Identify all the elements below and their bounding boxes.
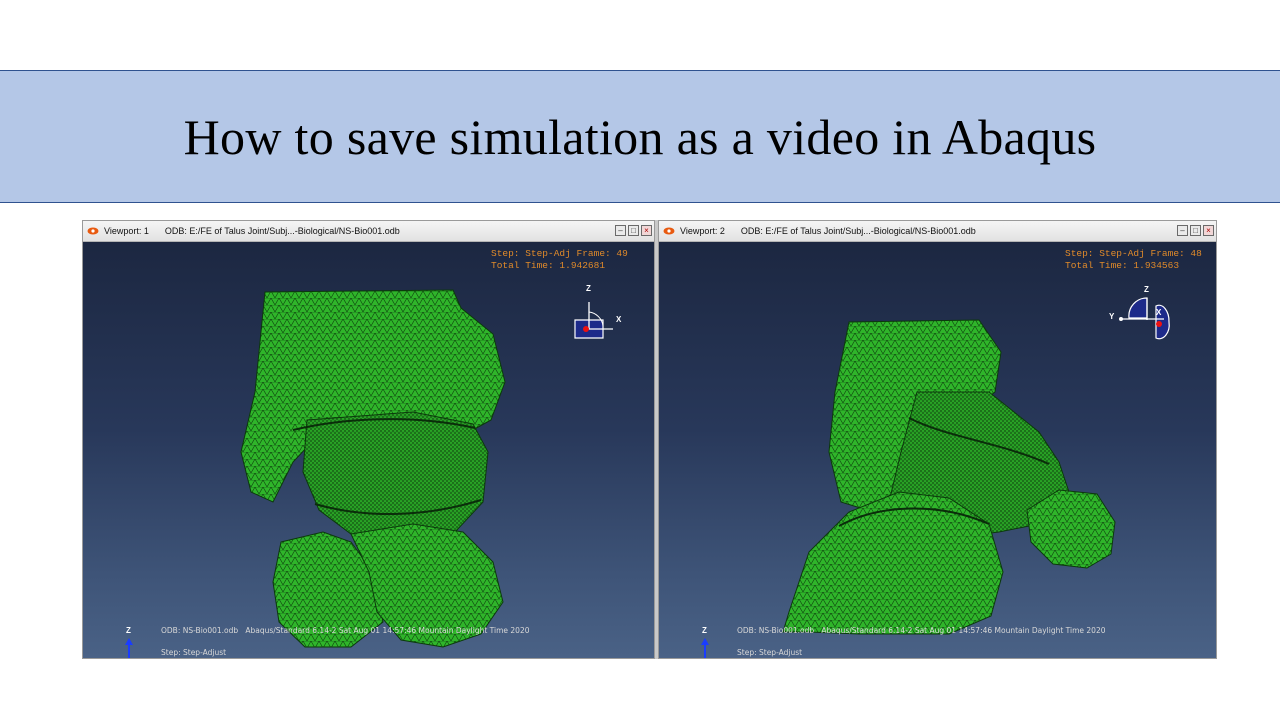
corner-axis-arrow-icon (701, 638, 709, 658)
corner-axis-label: Z (702, 626, 707, 635)
viewport-icon (663, 227, 675, 235)
slide-title-band: How to save simulation as a video in Aba… (0, 70, 1280, 203)
corner-axis-label: Z (126, 626, 131, 635)
triad-label-z: Z (586, 284, 591, 293)
close-button[interactable]: × (1203, 225, 1214, 236)
viewport-1-titlebar[interactable]: Viewport: 1 ODB: E:/FE of Talus Joint/Su… (83, 221, 654, 242)
viewport-icon (87, 227, 99, 235)
footer-solver: Abaqus/Standard 6.14-2 Sat Aug 01 14:57:… (821, 626, 1106, 635)
triad-label-z: Z (1144, 285, 1149, 294)
odb-path: ODB: E:/FE of Talus Joint/Subj...-Biolog… (164, 226, 400, 236)
footer-info: ODB: NS-Bio001.odb Abaqus/Standard 6.14-… (161, 626, 530, 635)
step-frame: Step: Step-Adj Frame: 49 (491, 248, 628, 259)
abaqus-screenshot: Viewport: 1 ODB: E:/FE of Talus Joint/Su… (82, 220, 1217, 659)
maximize-button[interactable]: □ (628, 225, 639, 236)
finite-element-mesh (782, 297, 1170, 635)
total-time: Total Time: 1.934563 (1065, 260, 1180, 271)
corner-axis-arrow-icon (125, 638, 133, 658)
finite-element-mesh (240, 289, 613, 648)
minimize-button[interactable]: – (615, 225, 626, 236)
orientation-triad (1119, 297, 1170, 340)
viewport-label: Viewport: 1 (104, 226, 149, 236)
viewport-1[interactable]: Viewport: 1 ODB: E:/FE of Talus Joint/Su… (82, 220, 655, 659)
maximize-button[interactable]: □ (1190, 225, 1201, 236)
footer-odb: ODB: NS-Bio001.odb (161, 626, 239, 635)
footer-info: ODB: NS-Bio001.odb Abaqus/Standard 6.14-… (737, 626, 1106, 635)
viewport-2[interactable]: Viewport: 2 ODB: E:/FE of Talus Joint/Su… (658, 220, 1217, 659)
total-time: Total Time: 1.942681 (491, 260, 606, 271)
close-button[interactable]: × (641, 225, 652, 236)
footer-odb: ODB: NS-Bio001.odb (737, 626, 815, 635)
minimize-button[interactable]: – (1177, 225, 1188, 236)
footer-step: Step: Step-Adjust (161, 648, 227, 657)
viewport-label: Viewport: 2 (680, 226, 725, 236)
triad-label-x: X (616, 315, 622, 324)
step-info: Step: Step-Adj Frame: 48 Total Time: 1.9… (1065, 248, 1202, 272)
viewport-2-titlebar[interactable]: Viewport: 2 ODB: E:/FE of Talus Joint/Su… (659, 221, 1216, 242)
step-frame: Step: Step-Adj Frame: 48 (1065, 248, 1202, 259)
viewport-1-canvas[interactable]: Step: Step-Adj Frame: 49 Total Time: 1.9… (83, 242, 654, 658)
step-info: Step: Step-Adj Frame: 49 Total Time: 1.9… (491, 248, 628, 272)
footer-step: Step: Step-Adjust (737, 648, 803, 657)
orientation-triad (574, 302, 613, 339)
slide-title: How to save simulation as a video in Aba… (183, 108, 1097, 165)
triad-label-y: Y (1109, 312, 1115, 321)
footer-solver: Abaqus/Standard 6.14-2 Sat Aug 01 14:57:… (245, 626, 530, 635)
odb-path: ODB: E:/FE of Talus Joint/Subj...-Biolog… (740, 226, 976, 236)
viewport-2-canvas[interactable]: Step: Step-Adj Frame: 48 Total Time: 1.9… (659, 242, 1216, 658)
triad-label-x: X (1156, 308, 1162, 317)
